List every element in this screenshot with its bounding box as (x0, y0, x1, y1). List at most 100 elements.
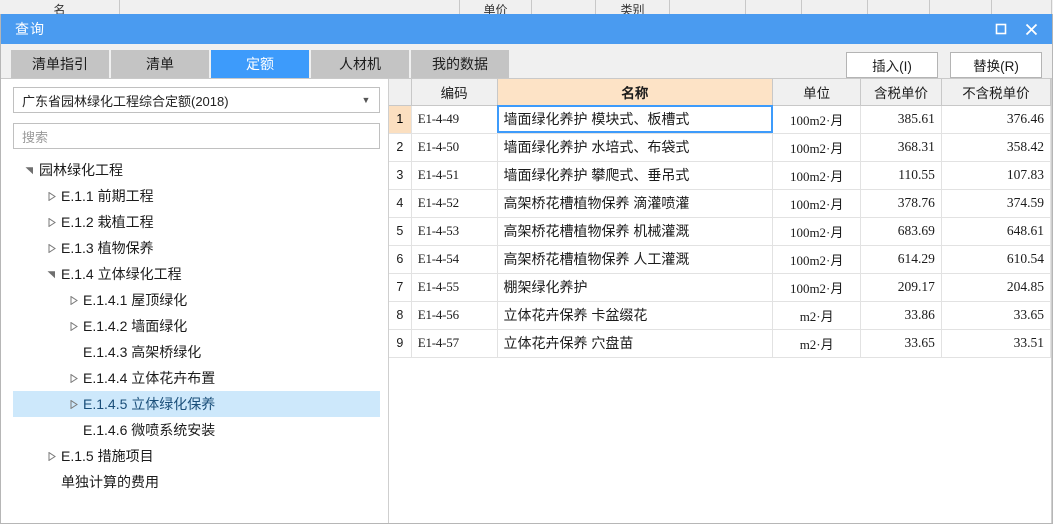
grid-column-header-price_tax[interactable]: 含税单价 (860, 79, 942, 106)
grid-cell-unit[interactable]: 100m2·月 (772, 217, 862, 246)
tab-5[interactable]: 我的数据 (411, 50, 509, 78)
grid-cell-price_notax[interactable]: 107.83 (941, 161, 1052, 190)
grid-cell-price_tax[interactable]: 385.61 (860, 105, 942, 134)
grid-cell-code[interactable]: E1-4-55 (411, 273, 498, 302)
grid-cell-unit[interactable]: 100m2·月 (772, 105, 862, 134)
tree-item[interactable]: E.1.4.1 屋顶绿化 (13, 287, 380, 313)
grid-cell-unit[interactable]: 100m2·月 (772, 161, 862, 190)
grid-cell-unit[interactable]: 100m2·月 (772, 133, 862, 162)
tree-item[interactable]: E.1.4.3 高架桥绿化 (13, 339, 380, 365)
table-row[interactable]: 7 E1-4-55 棚架绿化养护 100m2·月 209.17 204.85 (389, 273, 1052, 302)
search-input[interactable]: 搜索 (13, 123, 380, 149)
tab-4[interactable]: 人材机 (311, 50, 409, 78)
tree-item[interactable]: E.1.2 栽植工程 (13, 209, 380, 235)
grid-cell-price_tax[interactable]: 683.69 (860, 217, 942, 246)
tree-collapsed-icon[interactable] (43, 451, 59, 461)
table-row[interactable]: 3 E1-4-51 墙面绿化养护 攀爬式、垂吊式 100m2·月 110.55 107.8… (389, 161, 1052, 190)
grid-cell-name[interactable]: 立体花卉保养 卡盆缀花 (497, 301, 774, 330)
grid-cell-code[interactable]: E1-4-53 (411, 217, 498, 246)
tree-collapsed-icon[interactable] (43, 217, 59, 227)
table-row[interactable]: 6 E1-4-54 高架桥花槽植物保养 人工灌溉 100m2·月 614.29 610.5… (389, 245, 1052, 274)
grid-cell-code[interactable]: E1-4-54 (411, 245, 498, 274)
grid-cell-price_notax[interactable]: 358.42 (941, 133, 1052, 162)
grid-cell-name[interactable]: 棚架绿化养护 (497, 273, 774, 302)
grid-cell-unit[interactable]: 100m2·月 (772, 245, 862, 274)
grid-cell-unit[interactable]: 100m2·月 (772, 273, 862, 302)
grid-cell-rownum[interactable]: 8 (389, 301, 412, 330)
library-select[interactable]: 广东省园林绿化工程综合定额(2018) ▼ (13, 87, 380, 113)
grid-cell-price_tax[interactable]: 110.55 (860, 161, 942, 190)
grid-column-header-name[interactable]: 名称 (497, 79, 774, 106)
tree-expanded-icon[interactable] (21, 166, 37, 175)
tree-collapsed-icon[interactable] (43, 243, 59, 253)
tree-item[interactable]: E.1.4.4 立体花卉布置 (13, 365, 380, 391)
replace-button[interactable]: 替换(R) (950, 52, 1042, 78)
table-row[interactable]: 2 E1-4-50 墙面绿化养护 水培式、布袋式 100m2·月 368.31 358.4… (389, 133, 1052, 162)
grid-cell-price_notax[interactable]: 374.59 (941, 189, 1052, 218)
grid-cell-rownum[interactable]: 2 (389, 133, 412, 162)
grid-cell-rownum[interactable]: 1 (389, 105, 412, 134)
grid-cell-unit[interactable]: m2·月 (772, 329, 862, 358)
close-icon[interactable] (1016, 14, 1046, 44)
tree-collapsed-icon[interactable] (65, 295, 81, 305)
table-row[interactable]: 1 E1-4-49 墙面绿化养护 模块式、板槽式 100m2·月 385.61 376.4… (389, 105, 1052, 134)
grid-cell-price_notax[interactable]: 33.51 (941, 329, 1052, 358)
tree-expanded-icon[interactable] (43, 270, 59, 279)
grid-cell-name[interactable]: 高架桥花槽植物保养 人工灌溉 (497, 245, 774, 274)
tab-1[interactable]: 清单指引 (11, 50, 109, 78)
tree-item[interactable]: E.1.5 措施项目 (13, 443, 380, 469)
tree-collapsed-icon[interactable] (65, 399, 81, 409)
grid-cell-rownum[interactable]: 3 (389, 161, 412, 190)
grid-cell-price_tax[interactable]: 33.65 (860, 329, 942, 358)
grid-cell-code[interactable]: E1-4-57 (411, 329, 498, 358)
grid-cell-unit[interactable]: 100m2·月 (772, 189, 862, 218)
tree-item[interactable]: E.1.3 植物保养 (13, 235, 380, 261)
grid-cell-name[interactable]: 墙面绿化养护 攀爬式、垂吊式 (497, 161, 774, 190)
tree-item[interactable]: 单独计算的费用 (13, 469, 380, 495)
tree-item[interactable]: E.1.1 前期工程 (13, 183, 380, 209)
grid-cell-unit[interactable]: m2·月 (772, 301, 862, 330)
table-row[interactable]: 4 E1-4-52 高架桥花槽植物保养 滴灌喷灌 100m2·月 378.76 374.5… (389, 189, 1052, 218)
grid-cell-code[interactable]: E1-4-50 (411, 133, 498, 162)
table-row[interactable]: 9 E1-4-57 立体花卉保养 穴盘苗 m2·月 33.65 33.51 (389, 329, 1052, 358)
grid-cell-name[interactable]: 高架桥花槽植物保养 机械灌溉 (497, 217, 774, 246)
grid-cell-price_tax[interactable]: 209.17 (860, 273, 942, 302)
tab-2[interactable]: 清单 (111, 50, 209, 78)
tree-item[interactable]: E.1.4.6 微喷系统安装 (13, 417, 380, 443)
grid-cell-name[interactable]: 高架桥花槽植物保养 滴灌喷灌 (497, 189, 774, 218)
grid-cell-rownum[interactable]: 6 (389, 245, 412, 274)
grid-cell-price_notax[interactable]: 648.61 (941, 217, 1052, 246)
grid-column-header-rownum[interactable] (389, 79, 412, 106)
tree-collapsed-icon[interactable] (43, 191, 59, 201)
grid-cell-price_notax[interactable]: 204.85 (941, 273, 1052, 302)
grid-cell-price_notax[interactable]: 610.54 (941, 245, 1052, 274)
grid-cell-price_tax[interactable]: 368.31 (860, 133, 942, 162)
grid-cell-rownum[interactable]: 7 (389, 273, 412, 302)
grid-cell-price_notax[interactable]: 376.46 (941, 105, 1052, 134)
grid-cell-code[interactable]: E1-4-52 (411, 189, 498, 218)
grid-cell-price_tax[interactable]: 33.86 (860, 301, 942, 330)
grid-cell-rownum[interactable]: 5 (389, 217, 412, 246)
grid-cell-price_tax[interactable]: 378.76 (860, 189, 942, 218)
grid-column-header-price_notax[interactable]: 不含税单价 (941, 79, 1052, 106)
grid-cell-code[interactable]: E1-4-51 (411, 161, 498, 190)
grid-cell-rownum[interactable]: 9 (389, 329, 412, 358)
table-row[interactable]: 5 E1-4-53 高架桥花槽植物保养 机械灌溉 100m2·月 683.69 648.6… (389, 217, 1052, 246)
grid-cell-rownum[interactable]: 4 (389, 189, 412, 218)
tree-item[interactable]: E.1.4.5 立体绿化保养 (13, 391, 380, 417)
grid-cell-code[interactable]: E1-4-56 (411, 301, 498, 330)
tree-collapsed-icon[interactable] (65, 373, 81, 383)
grid-column-header-code[interactable]: 编码 (411, 79, 498, 106)
insert-button[interactable]: 插入(I) (846, 52, 938, 78)
tab-3[interactable]: 定额 (211, 50, 309, 78)
table-row[interactable]: 8 E1-4-56 立体花卉保养 卡盆缀花 m2·月 33.86 33.65 (389, 301, 1052, 330)
grid-cell-code[interactable]: E1-4-49 (411, 105, 498, 134)
tree-item[interactable]: E.1.4.2 墙面绿化 (13, 313, 380, 339)
grid-cell-price_tax[interactable]: 614.29 (860, 245, 942, 274)
grid-column-header-unit[interactable]: 单位 (772, 79, 862, 106)
grid-cell-name[interactable]: 立体花卉保养 穴盘苗 (497, 329, 774, 358)
tree-item[interactable]: 园林绿化工程 (13, 157, 380, 183)
tree-item[interactable]: E.1.4 立体绿化工程 (13, 261, 380, 287)
grid-cell-price_notax[interactable]: 33.65 (941, 301, 1052, 330)
grid-cell-name[interactable]: 墙面绿化养护 水培式、布袋式 (497, 133, 774, 162)
